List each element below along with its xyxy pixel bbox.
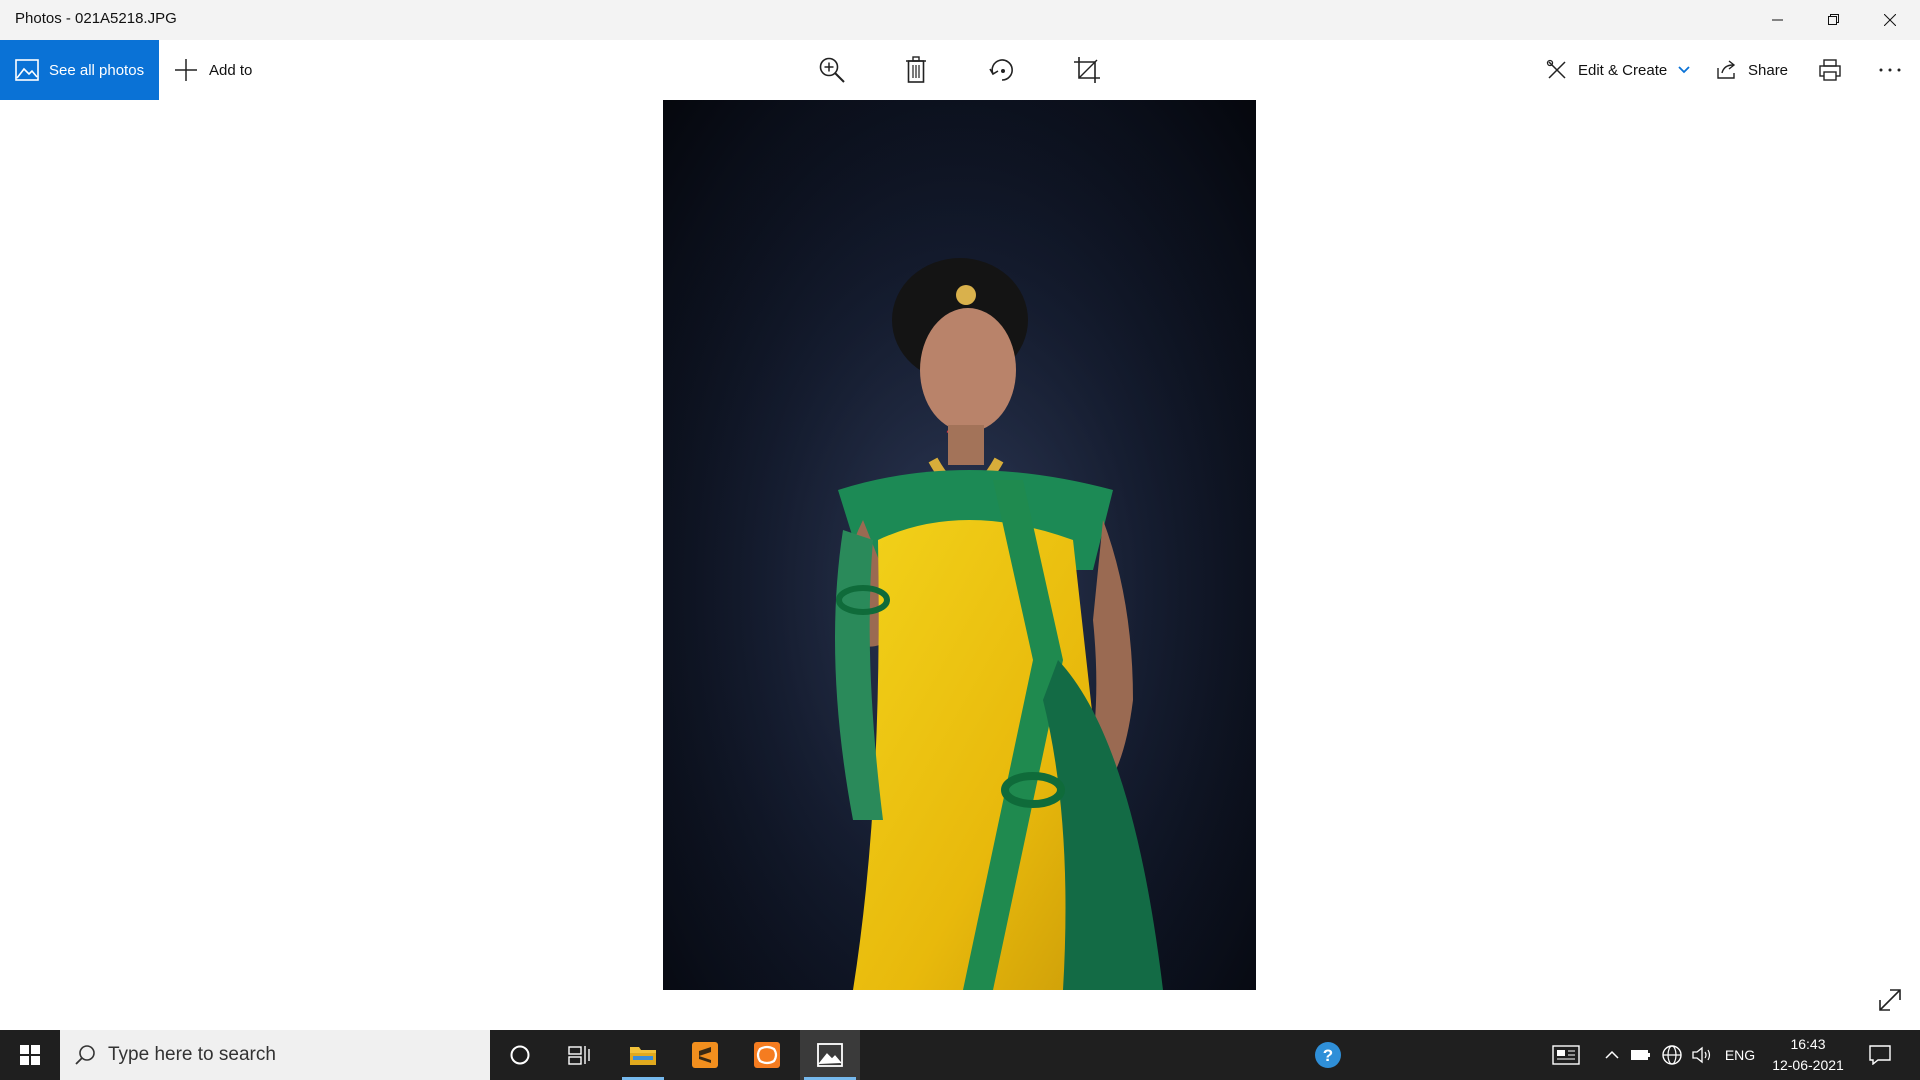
- rotate-icon: [989, 59, 1013, 81]
- show-hidden-icons-button[interactable]: [1600, 1030, 1624, 1080]
- chevron-down-icon: [1678, 66, 1690, 74]
- photos-app-icon: [817, 1043, 843, 1067]
- delete-button[interactable]: [898, 52, 934, 88]
- trash-icon: [906, 56, 926, 83]
- fullscreen-button[interactable]: [1874, 984, 1906, 1016]
- plus-icon: [175, 59, 197, 81]
- title-bar: Photos - 021A5218.JPG: [0, 0, 1920, 40]
- share-icon: [1717, 60, 1736, 79]
- battery-icon: [1631, 1050, 1650, 1060]
- edit-create-icon: [1546, 59, 1566, 79]
- xampp-icon: [754, 1042, 780, 1068]
- chevron-up-icon: [1605, 1050, 1619, 1059]
- see-all-photos-label: See all photos: [49, 61, 145, 79]
- task-view-icon: [568, 1046, 590, 1065]
- photos-icon: [15, 59, 39, 81]
- svg-text:?: ?: [1323, 1046, 1333, 1065]
- news-tray-button[interactable]: [1548, 1030, 1584, 1080]
- more-options-button[interactable]: [1872, 52, 1908, 88]
- cortana-icon: [510, 1045, 530, 1065]
- notification-icon: [1869, 1045, 1891, 1065]
- toolbar: See all photos Add to Edit & Create Shar…: [0, 40, 1920, 100]
- search-icon: [75, 1045, 95, 1065]
- close-icon: [1884, 14, 1896, 26]
- see-all-photos-button[interactable]: See all photos: [0, 40, 159, 100]
- add-to-label: Add to: [209, 61, 253, 79]
- rotate-button[interactable]: [984, 52, 1020, 88]
- sublime-text-icon: [692, 1042, 718, 1068]
- minimize-icon: [1772, 19, 1783, 21]
- clock-date: 12-06-2021: [1772, 1057, 1844, 1073]
- close-button[interactable]: [1862, 0, 1918, 40]
- zoom-in-icon: [819, 57, 845, 83]
- action-center-button[interactable]: [1860, 1030, 1900, 1080]
- restore-icon: [1828, 14, 1839, 25]
- taskbar-photos[interactable]: [800, 1030, 860, 1080]
- expand-icon: [1879, 989, 1901, 1011]
- edit-create-button[interactable]: Edit & Create: [1546, 40, 1701, 100]
- more-icon: [1879, 68, 1901, 72]
- printer-icon: [1819, 59, 1841, 81]
- crop-icon: [1074, 57, 1100, 83]
- taskbar-file-explorer[interactable]: [618, 1030, 668, 1080]
- portrait-photo: [663, 100, 1256, 990]
- crop-button[interactable]: [1069, 52, 1105, 88]
- restore-button[interactable]: [1806, 0, 1862, 40]
- taskbar-xampp[interactable]: [742, 1030, 792, 1080]
- battery-tray-button[interactable]: [1628, 1030, 1654, 1080]
- task-view-button[interactable]: [555, 1030, 605, 1080]
- start-button[interactable]: [0, 1030, 60, 1080]
- share-button[interactable]: Share: [1716, 40, 1788, 100]
- share-label: Share: [1748, 61, 1789, 79]
- taskbar: Type here to search ? ENG 16:43 12-06-20…: [0, 1030, 1920, 1080]
- edit-create-label: Edit & Create: [1578, 61, 1668, 79]
- speaker-icon: [1692, 1046, 1711, 1064]
- print-button[interactable]: [1812, 52, 1848, 88]
- clock-time: 16:43: [1790, 1036, 1826, 1052]
- news-icon: [1552, 1045, 1580, 1065]
- volume-tray-button[interactable]: [1688, 1030, 1716, 1080]
- globe-icon: [1662, 1045, 1682, 1065]
- help-tray-button[interactable]: ?: [1308, 1030, 1348, 1080]
- help-icon: ?: [1315, 1042, 1341, 1068]
- photo-viewer-image[interactable]: [663, 100, 1256, 990]
- input-language-button[interactable]: ENG: [1720, 1030, 1760, 1080]
- zoom-button[interactable]: [814, 52, 850, 88]
- search-placeholder: Type here to search: [108, 1044, 276, 1065]
- language-label: ENG: [1724, 1047, 1756, 1063]
- window-title: Photos - 021A5218.JPG: [15, 10, 177, 27]
- minimize-button[interactable]: [1750, 0, 1806, 40]
- folder-icon: [630, 1047, 656, 1065]
- windows-logo-icon: [20, 1045, 40, 1065]
- taskbar-clock[interactable]: 16:43 12-06-2021: [1763, 1034, 1853, 1076]
- taskbar-search-box[interactable]: Type here to search: [60, 1030, 490, 1080]
- add-to-button[interactable]: Add to: [173, 40, 252, 100]
- network-tray-button[interactable]: [1658, 1030, 1686, 1080]
- taskbar-sublime-text[interactable]: [680, 1030, 730, 1080]
- cortana-button[interactable]: [495, 1030, 545, 1080]
